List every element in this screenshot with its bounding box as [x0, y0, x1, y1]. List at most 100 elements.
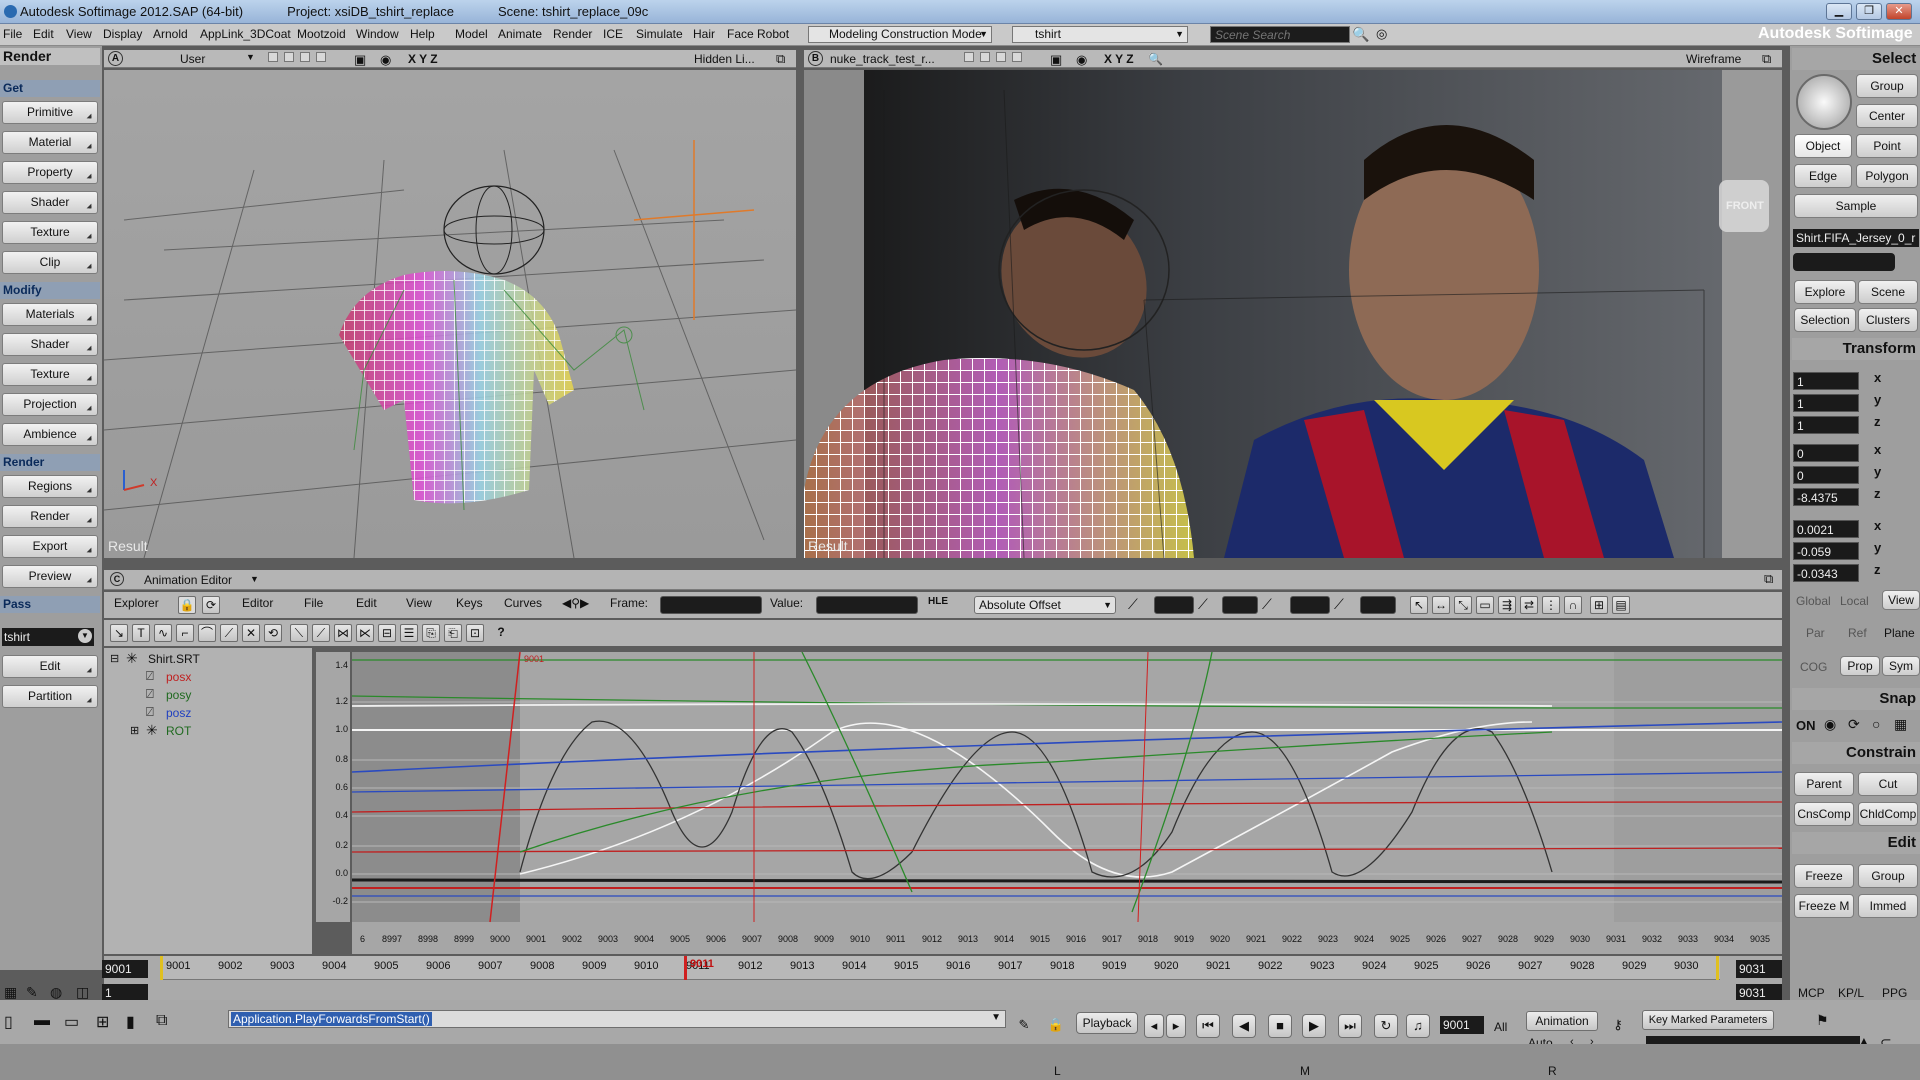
- constrain-cut-button[interactable]: Cut: [1858, 772, 1918, 796]
- menu-explorer[interactable]: Explorer: [114, 596, 159, 610]
- close-button[interactable]: ✕: [1886, 3, 1912, 20]
- frame-input[interactable]: [660, 596, 762, 614]
- chevron-down-icon[interactable]: ▼: [250, 574, 259, 584]
- camera-icon[interactable]: ▣: [354, 52, 366, 67]
- spline-interp-icon[interactable]: ⌒: [198, 624, 216, 642]
- camera-icon[interactable]: ▣: [1050, 52, 1062, 67]
- tangent-field[interactable]: [1360, 596, 1396, 614]
- menu-editor[interactable]: Editor: [242, 596, 273, 610]
- constrain-cnscomp-button[interactable]: CnsComp: [1794, 802, 1854, 826]
- viewport-a-display-mode[interactable]: Hidden Li...: [694, 52, 755, 66]
- menu-help[interactable]: Help: [410, 27, 435, 41]
- key-tool-icon[interactable]: ↘: [110, 624, 128, 642]
- menu-ice[interactable]: ICE: [603, 27, 623, 41]
- select-arrow-icon[interactable]: [1796, 74, 1852, 130]
- timeline[interactable]: 9001 9002 9003 9004 9005 9006 9007 9008 …: [104, 956, 1782, 1000]
- snap-on-toggle[interactable]: ON: [1796, 718, 1816, 733]
- menu-view[interactable]: View: [406, 596, 432, 610]
- menu-view[interactable]: View: [66, 27, 92, 41]
- snap-grid-icon[interactable]: ▦: [1894, 716, 1907, 733]
- layout-single-icon[interactable]: ▯: [4, 1012, 13, 1032]
- tree-node-posy[interactable]: posy: [166, 688, 191, 702]
- select-center-button[interactable]: Center: [1856, 104, 1918, 128]
- viewport-tool[interactable]: [1012, 52, 1022, 62]
- menu-edit[interactable]: Edit: [33, 27, 54, 41]
- scale-y-field[interactable]: 1: [1793, 394, 1859, 412]
- tangent-field[interactable]: [1290, 596, 1330, 614]
- modify-shader-button[interactable]: Shader: [2, 333, 98, 356]
- edit-group-button[interactable]: Group: [1858, 864, 1918, 888]
- prev-key-icon[interactable]: ◂: [1144, 1014, 1164, 1038]
- tangent-spline-icon[interactable]: ⟋: [1198, 596, 1208, 613]
- modify-ambience-button[interactable]: Ambience: [2, 423, 98, 446]
- range-start-marker[interactable]: [160, 956, 163, 980]
- translate-z-field[interactable]: -0.0343: [1793, 564, 1859, 582]
- tool-icon[interactable]: ✎: [26, 984, 38, 1001]
- frame-all-icon[interactable]: ▤: [1612, 596, 1630, 614]
- render-regions-button[interactable]: Regions: [2, 475, 98, 498]
- maximize-viewport-icon[interactable]: ⧉: [776, 51, 785, 67]
- scale-key-icon[interactable]: ⤡: [1454, 596, 1472, 614]
- menu-file[interactable]: File: [304, 596, 323, 610]
- value-input[interactable]: [816, 596, 918, 614]
- fcurve-graph[interactable]: 9001 6 8997 8998 8999 9000 9001 9002 900…: [351, 651, 1783, 954]
- magnet-icon[interactable]: ∩: [1564, 596, 1582, 614]
- menu-edit[interactable]: Edit: [356, 596, 377, 610]
- snap-frame-icon[interactable]: ⋮: [1542, 596, 1560, 614]
- hle-toggle[interactable]: HLE: [928, 596, 948, 607]
- keyframe-icon[interactable]: ⚑: [1816, 1012, 1829, 1029]
- viewport-tool[interactable]: [996, 52, 1006, 62]
- move-key-icon[interactable]: ↔: [1432, 596, 1450, 614]
- clear-icon[interactable]: ◎: [1376, 26, 1387, 42]
- space-view-button[interactable]: View: [1882, 590, 1920, 610]
- animation-editor-title[interactable]: Animation Editor: [144, 573, 232, 587]
- menu-display[interactable]: Display: [103, 27, 142, 41]
- edit-immed-button[interactable]: Immed: [1858, 894, 1918, 918]
- menu-animate[interactable]: Animate: [498, 27, 542, 41]
- menu-model[interactable]: Model: [455, 27, 488, 41]
- tangent-field[interactable]: [1154, 596, 1194, 614]
- list-icon[interactable]: ☰: [400, 624, 418, 642]
- animation-mode-button[interactable]: Animation: [1526, 1011, 1598, 1031]
- next-key-icon[interactable]: ▸: [1166, 1014, 1186, 1038]
- menu-hair[interactable]: Hair: [693, 27, 715, 41]
- timeline-end-field[interactable]: 9031: [1736, 960, 1782, 978]
- selection-filter-field[interactable]: [1793, 253, 1895, 271]
- playhead[interactable]: [684, 956, 687, 980]
- scene-search-input[interactable]: [1210, 26, 1350, 43]
- tree-node-posx[interactable]: posx: [166, 670, 191, 684]
- viewport-b-display-mode[interactable]: Wireframe: [1686, 52, 1741, 66]
- toolbar-title[interactable]: Render: [0, 48, 100, 65]
- scene-button[interactable]: Scene: [1858, 280, 1918, 304]
- construction-mode-combo[interactable]: Modeling Construction Mode ▼: [808, 26, 992, 43]
- selected-object-field[interactable]: Shirt.FIFA_Jersey_0_r: [1793, 229, 1919, 247]
- search-icon[interactable]: 🔍: [1352, 26, 1369, 43]
- pass-edit-button[interactable]: Edit: [2, 655, 98, 678]
- viewport-tool[interactable]: [268, 52, 278, 62]
- sym-button[interactable]: Sym: [1882, 656, 1920, 676]
- maximize-viewport-icon[interactable]: ⧉: [1762, 51, 1771, 67]
- select-edge-button[interactable]: Edge: [1794, 164, 1852, 188]
- menu-face-robot[interactable]: Face Robot: [727, 27, 789, 41]
- tree-node-rot[interactable]: ROT: [166, 724, 191, 738]
- current-frame-field[interactable]: 9001: [1440, 1016, 1484, 1034]
- constrain-chldcomp-button[interactable]: ChldComp: [1858, 802, 1918, 826]
- tangent-flat-icon[interactable]: ⟋: [1262, 596, 1272, 613]
- timeline-ruler[interactable]: 9001 9002 9003 9004 9005 9006 9007 9008 …: [160, 956, 1720, 980]
- audio-icon[interactable]: ♫: [1406, 1014, 1430, 1038]
- viewport-a[interactable]: X Result: [104, 70, 796, 558]
- menu-window[interactable]: Window: [356, 27, 399, 41]
- tangent-out-icon[interactable]: ⟋: [312, 624, 330, 642]
- split-view-icon[interactable]: ◫: [76, 984, 89, 1001]
- clusters-button[interactable]: Clusters: [1858, 308, 1918, 332]
- object-combo[interactable]: tshirt ▼: [1012, 26, 1188, 43]
- viewport-b-letter[interactable]: B: [808, 51, 823, 66]
- viewport-tool[interactable]: [300, 52, 310, 62]
- text-tool-icon[interactable]: T: [132, 624, 150, 642]
- get-material-button[interactable]: Material: [2, 131, 98, 154]
- key-marked-parameters-button[interactable]: Key Marked Parameters: [1642, 1010, 1774, 1030]
- play-forward-icon[interactable]: ▶: [1302, 1014, 1326, 1038]
- pass-partition-button[interactable]: Partition: [2, 685, 98, 708]
- refresh-icon[interactable]: ⟳: [202, 596, 220, 614]
- space-global[interactable]: Global: [1796, 594, 1831, 608]
